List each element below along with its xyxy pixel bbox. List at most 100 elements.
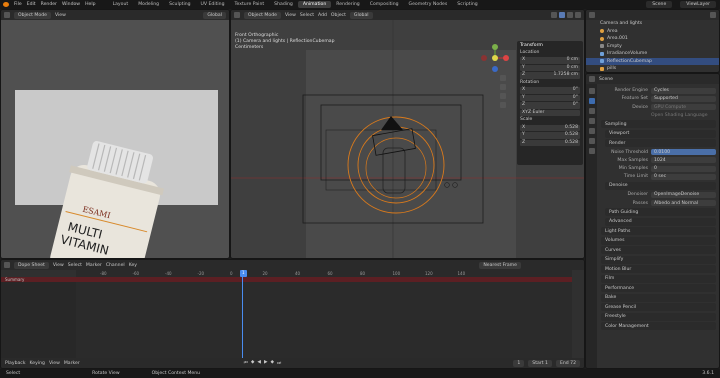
tab-shading[interactable]: Shading [269, 1, 298, 8]
tab-uv-editing[interactable]: UV Editing [196, 1, 230, 8]
outliner-item-selected[interactable]: ReflectionCubemap [586, 57, 719, 65]
outliner-item[interactable]: IrradianceVolume [586, 50, 719, 58]
section-render[interactable]: Render [605, 139, 716, 148]
editor-type-icon[interactable] [4, 12, 10, 18]
jump-end-icon[interactable]: ⏭ [277, 360, 281, 366]
section-motion-blur[interactable]: Motion Blur [601, 265, 716, 273]
max-samples-field[interactable]: 1024 [651, 157, 716, 164]
snapping-dropdown[interactable]: Nearest Frame [479, 261, 521, 269]
playback-menu[interactable]: Playback [5, 361, 26, 366]
keyframe-area[interactable] [76, 277, 572, 358]
mode-dropdown[interactable]: Object Mode [14, 11, 51, 19]
orientation-dropdown[interactable]: Global [349, 11, 373, 19]
menu-select[interactable]: Select [68, 263, 82, 268]
section-color-management[interactable]: Color Management [601, 322, 716, 330]
menu-file[interactable]: File [14, 2, 22, 7]
editor-type-icon[interactable] [589, 76, 595, 82]
tab-sculpting[interactable]: Sculpting [164, 1, 195, 8]
section-bake[interactable]: Bake [601, 293, 716, 302]
section-sampling[interactable]: Sampling [601, 120, 716, 129]
render-tab-icon[interactable] [588, 98, 595, 104]
editor-type-icon[interactable] [234, 12, 240, 18]
menu-object[interactable]: Object [331, 13, 346, 18]
frame-ruler[interactable]: -80 -60 -40 -20 0 20 40 60 80 100 120 140 1 [76, 270, 572, 277]
outliner-item[interactable]: pills [586, 65, 719, 72]
world-tab-icon[interactable] [588, 138, 595, 144]
location-z-field[interactable]: Z 1.7258 cm [520, 72, 580, 79]
object-tab-icon[interactable] [588, 148, 595, 154]
noise-field[interactable]: 0.0100 [651, 149, 716, 156]
pan-hand-icon[interactable] [500, 84, 506, 90]
prev-key-icon[interactable]: ◆ [251, 360, 255, 366]
view-layer-selector[interactable]: ViewLayer [680, 1, 716, 8]
menu-view[interactable]: View [53, 263, 64, 268]
menu-help[interactable]: Help [85, 2, 95, 7]
rendered-shading-icon[interactable] [575, 12, 581, 18]
editor-type-icon[interactable] [4, 262, 10, 268]
section-light-paths[interactable]: Light Paths [601, 227, 716, 235]
outliner-item[interactable]: Area [586, 28, 719, 36]
min-samples-field[interactable]: 0 [651, 165, 716, 172]
menu-edit[interactable]: Edit [27, 2, 36, 7]
solid-shading-icon[interactable] [559, 12, 565, 18]
menu-add[interactable]: Add [318, 13, 327, 18]
keying-menu[interactable]: Keying [30, 361, 45, 366]
section-simplify[interactable]: Simplify [601, 255, 716, 264]
rotation-mode-dropdown[interactable]: XYZ Euler [520, 109, 580, 116]
view-layer-tab-icon[interactable] [588, 118, 595, 124]
rotation-x-field[interactable]: X 0° [520, 87, 580, 94]
output-tab-icon[interactable] [588, 108, 595, 114]
scale-z-field[interactable]: Z 0.528 [520, 139, 580, 146]
orientation-dropdown[interactable]: Global [203, 11, 226, 19]
wireframe-shading-icon[interactable] [551, 12, 557, 18]
feature-set-dropdown[interactable]: Supported [651, 95, 716, 102]
zoom-icon[interactable] [500, 75, 506, 81]
end-frame-field[interactable]: End 72 [555, 359, 580, 367]
render-engine-dropdown[interactable]: Cycles [651, 87, 716, 94]
tab-texture-paint[interactable]: Texture Paint [230, 1, 270, 8]
section-freestyle[interactable]: Freestyle [601, 312, 716, 321]
filter-icon[interactable] [710, 12, 716, 18]
outliner-item[interactable]: Empty [586, 43, 719, 51]
time-limit-field[interactable]: 0 sec [651, 173, 716, 180]
section-grease-pencil[interactable]: Grease Pencil [601, 303, 716, 311]
scale-x-field[interactable]: X 0.528 [520, 124, 580, 131]
device-dropdown[interactable]: GPU Compute [651, 104, 716, 111]
editor-type-icon[interactable] [589, 12, 595, 18]
play-reverse-icon[interactable]: ◀ [257, 360, 261, 366]
next-key-icon[interactable]: ◆ [271, 360, 275, 366]
grid-icon[interactable] [500, 102, 506, 108]
tab-compositing[interactable]: Compositing [365, 1, 404, 8]
menu-render[interactable]: Render [41, 2, 57, 7]
menu-select[interactable]: Select [300, 13, 314, 18]
location-y-field[interactable]: Y 0 cm [520, 64, 580, 71]
outliner-item[interactable]: Area.001 [586, 35, 719, 43]
section-advanced[interactable]: Advanced [605, 217, 716, 226]
denoiser-dropdown[interactable]: OpenImageDenoise [651, 191, 716, 198]
camera-view-icon[interactable] [500, 93, 506, 99]
tab-geometry-nodes[interactable]: Geometry Nodes [404, 1, 453, 8]
start-frame-field[interactable]: Start 1 [528, 359, 552, 367]
tab-scripting[interactable]: Scripting [452, 1, 482, 8]
dope-mode-dropdown[interactable]: Dope Sheet [14, 261, 49, 269]
tool-tab-icon[interactable] [588, 88, 595, 94]
menu-view[interactable]: View [285, 13, 296, 18]
material-shading-icon[interactable] [567, 12, 573, 18]
ortho-canvas[interactable]: Front Orthographic (1) Camera and lights… [231, 20, 584, 258]
marker-menu[interactable]: Marker [64, 361, 80, 366]
section-viewport[interactable]: Viewport [605, 129, 716, 138]
scene-selector[interactable]: Scene [646, 1, 673, 8]
camera-viewport[interactable]: Object Mode View Global ESAMI MULTI VITA… [0, 9, 230, 259]
menu-channel[interactable]: Channel [106, 263, 125, 268]
osl-checkbox[interactable]: Open Shading Language [651, 112, 708, 119]
tab-layout[interactable]: Layout [108, 1, 134, 8]
tab-animation[interactable]: Animation [297, 1, 332, 8]
playhead[interactable] [242, 277, 243, 358]
current-frame-field[interactable]: 1 [513, 359, 525, 367]
section-performance[interactable]: Performance [601, 284, 716, 292]
blender-logo-icon[interactable] [3, 2, 9, 7]
outliner-item[interactable]: Camera and lights [586, 20, 719, 28]
section-film[interactable]: Film [601, 274, 716, 283]
menu-window[interactable]: Window [62, 2, 80, 7]
camera-canvas[interactable]: ESAMI MULTI VITAMIN [1, 20, 229, 258]
